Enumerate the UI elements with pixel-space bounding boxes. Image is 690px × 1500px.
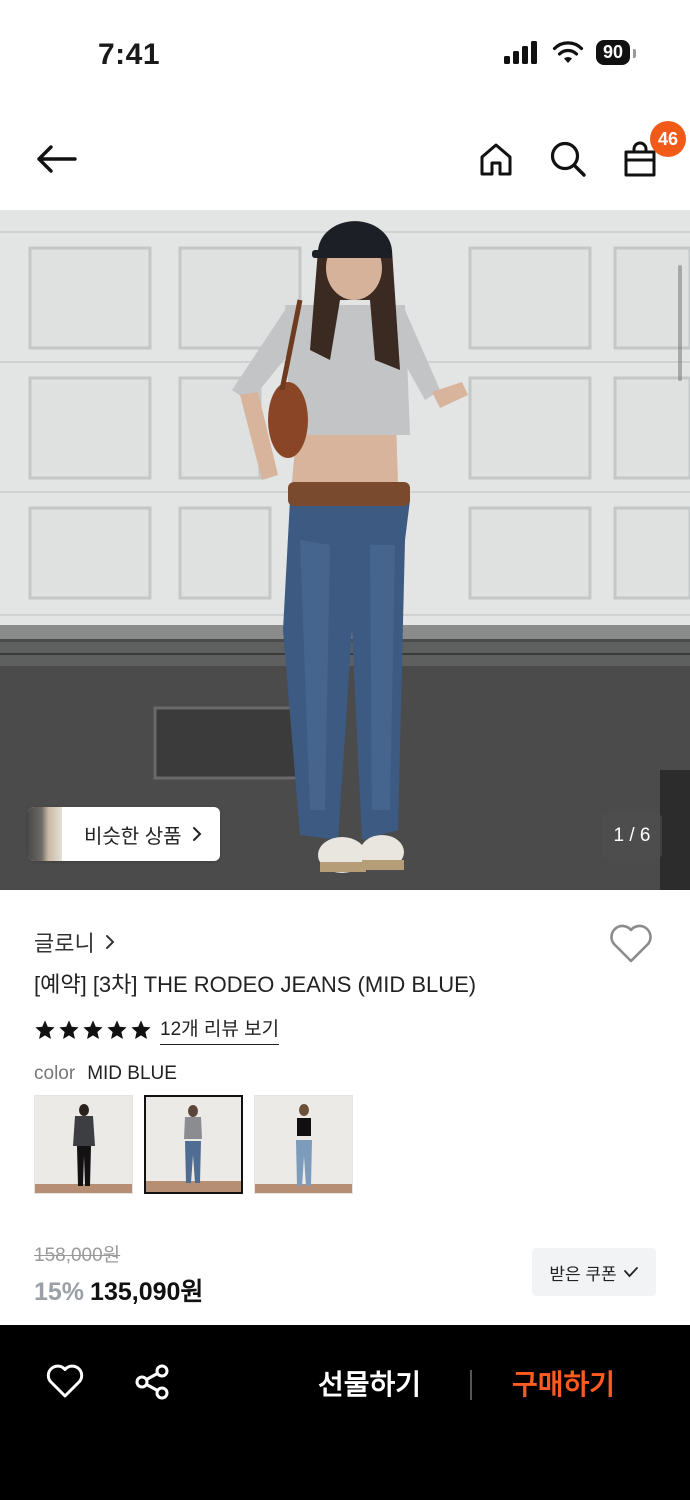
check-icon [623, 1267, 638, 1278]
heart-icon [46, 1364, 84, 1398]
color-value: MID BLUE [87, 1063, 177, 1084]
swatch-image [146, 1097, 241, 1192]
price-row: 15% 135,090원 [34, 1272, 203, 1308]
review-link[interactable]: 12개 리뷰 보기 [160, 1014, 280, 1045]
share-icon [135, 1364, 169, 1400]
wishlist-button[interactable] [608, 922, 654, 966]
rating-stars [34, 1019, 152, 1041]
swatch-image [255, 1096, 352, 1193]
gift-button[interactable]: 선물하기 [318, 1363, 421, 1403]
product-image-gallery[interactable]: 비슷한 상품 1 / 6 [0, 210, 690, 890]
gallery-pager: 1 / 6 [602, 813, 662, 859]
similar-products-button[interactable]: 비슷한 상품 [28, 807, 220, 861]
cart-count-badge: 46 [650, 121, 686, 157]
home-button[interactable] [472, 135, 520, 183]
battery-indicator: 90 [595, 40, 637, 65]
discount-rate: 15% [34, 1278, 85, 1306]
color-swatches [34, 1095, 353, 1194]
similar-products-thumbnail [28, 807, 62, 861]
rating-row: 12개 리뷰 보기 [34, 1014, 280, 1045]
brand-name: 글로니 [34, 931, 95, 956]
color-swatch-2[interactable] [144, 1095, 243, 1194]
gallery-scroll-indicator [678, 265, 682, 381]
chevron-right-icon [105, 935, 115, 949]
product-photo [0, 210, 690, 890]
cart-button[interactable]: 46 [616, 121, 686, 183]
star-icon [83, 1019, 103, 1039]
final-price: 135,090원 [90, 1278, 204, 1306]
status-bar: 7:41 90 [0, 0, 690, 105]
swatch-image [35, 1096, 132, 1193]
signal-icon [503, 40, 537, 64]
heart-icon [610, 924, 652, 963]
wifi-icon [552, 40, 584, 63]
top-nav: 46 [0, 105, 690, 210]
bottom-wishlist-button[interactable] [46, 1363, 86, 1403]
star-icon [35, 1019, 55, 1039]
original-price: 158,000원 [34, 1245, 121, 1266]
product-title: [예약] [3차] THE RODEO JEANS (MID BLUE) [34, 972, 477, 997]
arrow-left-icon [37, 145, 77, 173]
home-icon [480, 143, 512, 176]
chevron-right-icon [192, 827, 201, 841]
bottom-bar-divider [470, 1370, 472, 1400]
color-swatch-3[interactable] [254, 1095, 353, 1194]
coupon-button[interactable]: 받은 쿠폰 [532, 1248, 656, 1296]
back-button[interactable] [32, 135, 80, 183]
similar-products-label: 비슷한 상품 [84, 825, 182, 848]
search-icon [550, 141, 586, 177]
color-row: color MID BLUE [34, 1063, 177, 1085]
star-icon [131, 1019, 151, 1039]
star-icon [59, 1019, 79, 1039]
share-button[interactable] [134, 1363, 174, 1403]
status-icons: 90 [503, 40, 637, 65]
color-swatch-1[interactable] [34, 1095, 133, 1194]
color-label: color [34, 1063, 76, 1084]
bottom-action-bar: 선물하기 구매하기 [0, 1325, 690, 1500]
brand-link[interactable]: 글로니 [34, 926, 115, 958]
star-icon [107, 1019, 127, 1039]
coupon-label: 받은 쿠폰 [549, 1264, 617, 1284]
buy-button[interactable]: 구매하기 [512, 1363, 615, 1403]
status-time: 7:41 [98, 38, 161, 71]
search-button[interactable] [544, 135, 592, 183]
